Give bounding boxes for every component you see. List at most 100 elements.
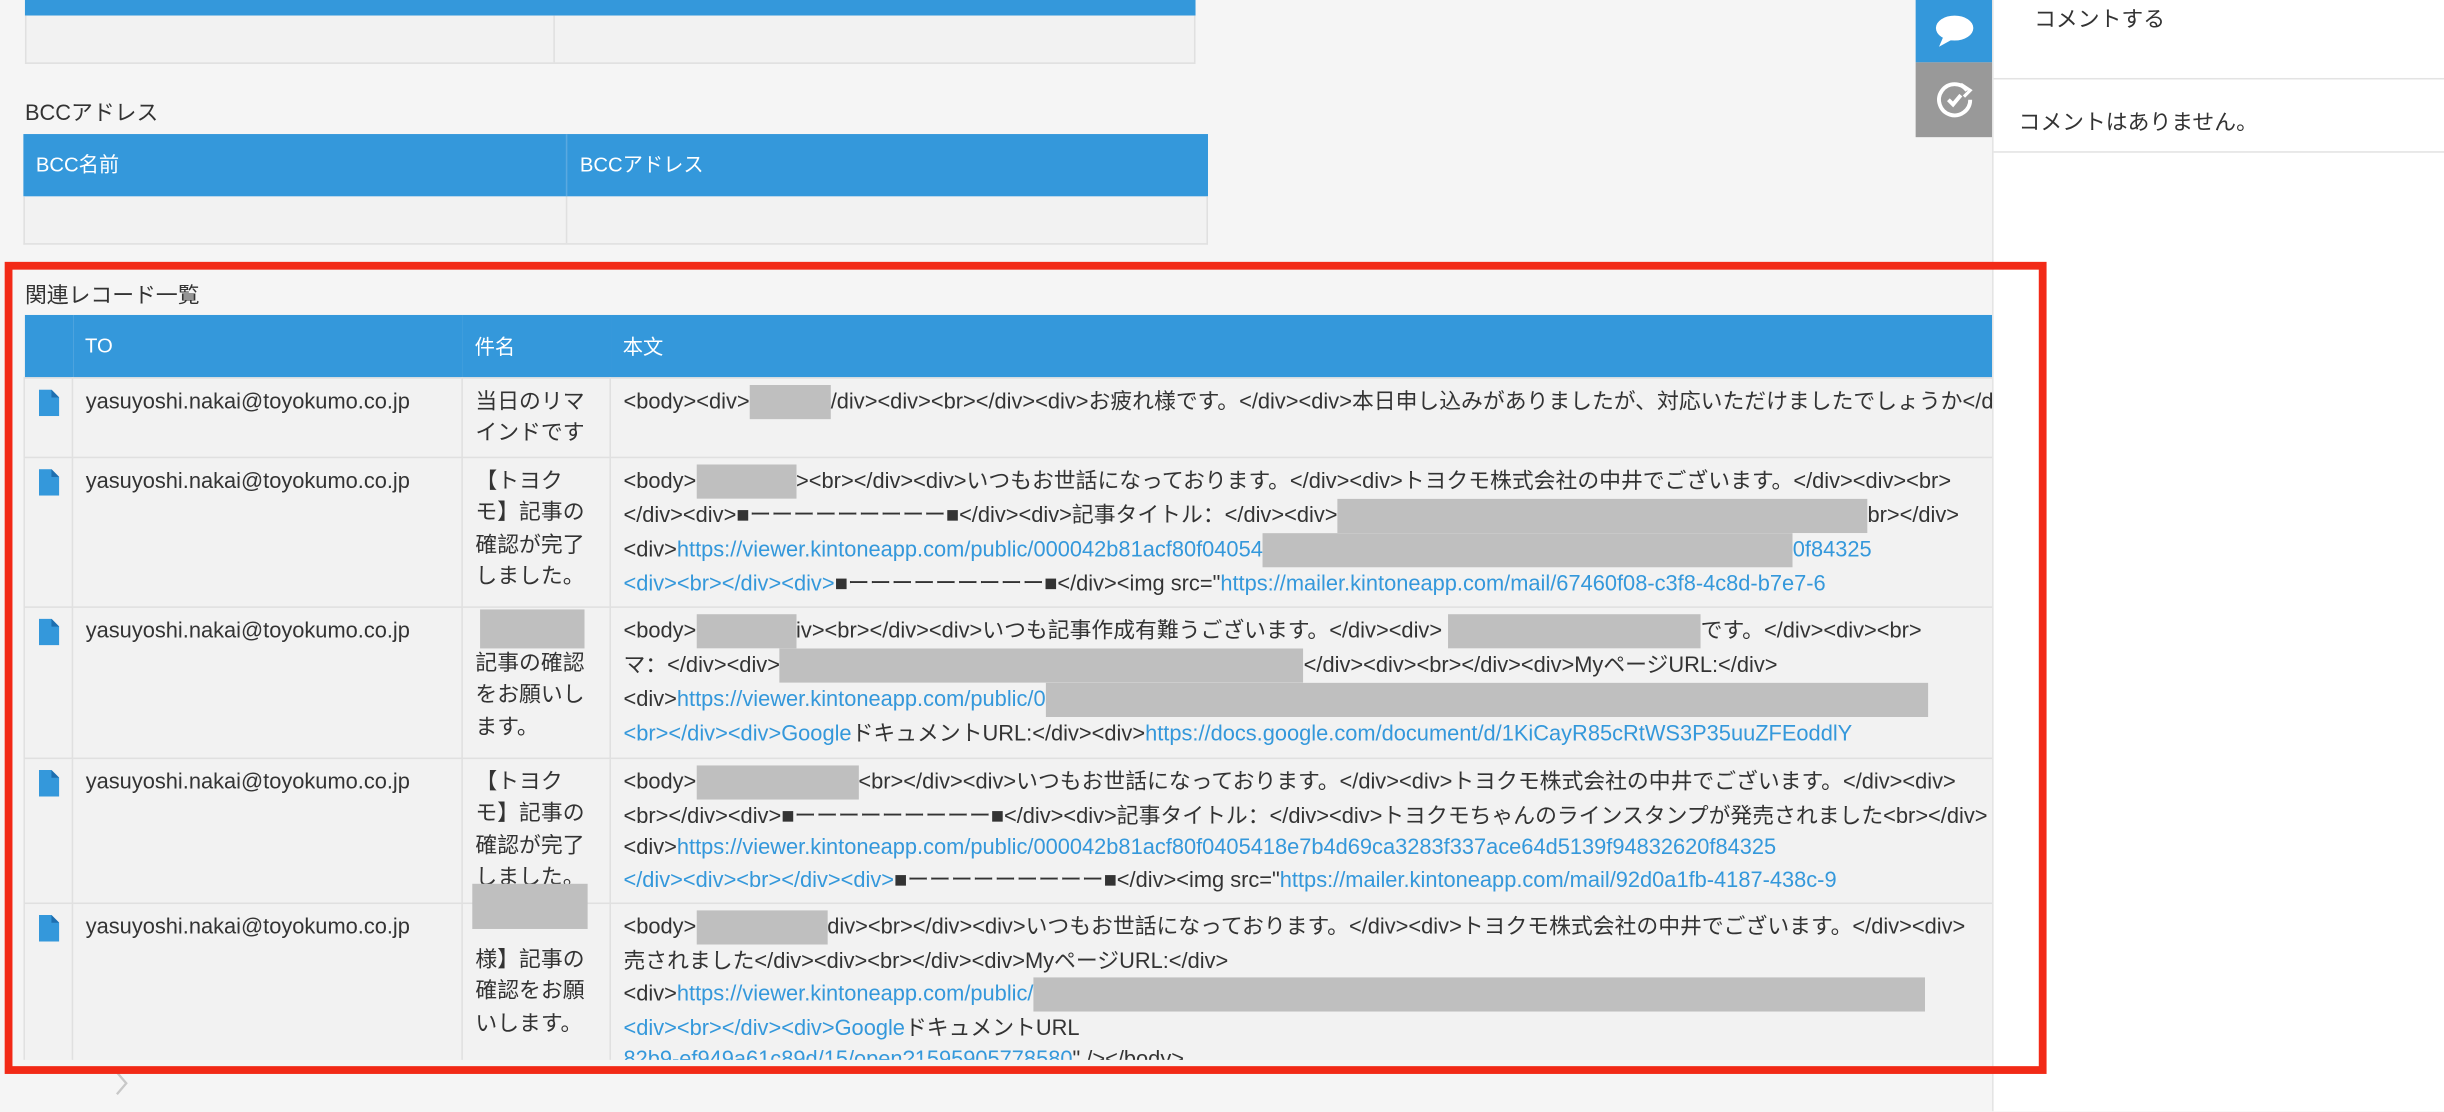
redacted-text [696, 463, 797, 499]
record-subject-line: モ】記事の [475, 498, 585, 524]
record-link-cell[interactable] [23, 455, 74, 608]
body-link[interactable]: </div><div><br></div><div> [623, 866, 894, 891]
record-link-cell[interactable] [23, 756, 74, 905]
bcc-col-name: BCC名前 [23, 134, 568, 197]
bcc-table: BCC名前 BCCアドレス [23, 134, 1208, 245]
redacted-text [779, 648, 1304, 683]
body-link[interactable]: https://mailer.kintoneapp.com/mail/92d0a… [1280, 866, 1837, 891]
redacted-text [696, 910, 828, 945]
record-body: <body><div> /div><div><br></div><div>お疲れ様… [609, 376, 1993, 458]
document-icon[interactable] [38, 468, 59, 495]
history-icon [1936, 82, 1972, 118]
redacted-text [1448, 614, 1701, 649]
comment-icon [1935, 15, 1973, 47]
document-icon[interactable] [38, 388, 59, 416]
related-record-row[interactable]: yasuyoshi.nakai@toyokumo.co.jp 様】記事の 確認をお願… [23, 902, 1993, 1060]
record-link-cell[interactable] [23, 376, 74, 458]
body-text-fragment: です。</div><div><br> [1700, 617, 1922, 643]
body-link[interactable]: https://viewer.kintoneapp.com/public/ [677, 980, 1034, 1005]
body-text-fragment: <br></div><div>いつもお世話になっております。</div><div… [858, 767, 1956, 793]
record-body-line: <div>https://viewer.kintoneapp.com/publi… [623, 682, 1992, 718]
record-subject: 【トヨク モ】記事の 確認が完了 しました。 [461, 455, 612, 608]
col-icon [24, 314, 73, 378]
record-body-line: </div><div>■ーーーーーーーーー■</div><div>記事タイトル：… [623, 498, 1992, 533]
body-link[interactable]: <div><br></div><div> [623, 570, 834, 595]
body-text-fragment: マ：</div><div> [623, 651, 780, 677]
body-text-fragment: ■ーーーーーーーーー■</div><img src=" [894, 865, 1280, 891]
body-text-fragment: </div><div><br></div><div>MyページURL:</div… [1303, 651, 1778, 677]
record-body: <body> <br></div><div>いつもお世話になっております。</di… [609, 756, 1993, 905]
body-link[interactable]: 0f84325 [1793, 535, 1872, 560]
body-text-fragment: ■ーーーーーーーーー■</div><img src=" [834, 569, 1221, 595]
record-subject-line: 確認をお願 [475, 977, 585, 1003]
record-body: <body> iv><br></div><div>いつも記事作成有難うございます。… [609, 606, 1993, 759]
related-record-row[interactable]: yasuyoshi.nakai@toyokumo.co.jp 【トヨク モ】記事の確… [23, 455, 1993, 608]
body-link[interactable]: https://viewer.kintoneapp.com/public/0 [677, 686, 1046, 711]
record-body-line: <div>https://viewer.kintoneapp.com/publi… [623, 831, 1992, 863]
record-body-line: <body><div> /div><div><br></div><div>お疲れ様… [623, 384, 1993, 419]
related-record-row[interactable]: yasuyoshi.nakai@toyokumo.co.jp 【トヨク モ】記事の確… [23, 756, 1993, 905]
body-text-fragment: <body> [623, 466, 697, 492]
post-comment-link[interactable]: コメントする [1993, 0, 2444, 80]
body-text-fragment: iv><br></div><div>いつも記事作成有難うございます。</div>… [796, 617, 1449, 643]
related-record-row[interactable]: yasuyoshi.nakai@toyokumo.co.jp 記事の確認 をお願いし… [23, 606, 1993, 759]
col-subject[interactable]: 件名 [462, 314, 611, 378]
related-records-table: TO 件名 本文 yasuyoshi.nakai@toyokumo.co.jp 当… [23, 314, 1993, 1060]
record-body-line: <div><br></div><div>■ーーーーーーーーー■</div><im… [623, 567, 1992, 599]
body-text-fragment: </div><div>■ーーーーーーーーー■</div><div>記事タイトル：… [623, 501, 1338, 527]
record-subject-line: 【トヨク [475, 767, 563, 793]
related-section-title: 関連レコード一覧 [24, 282, 200, 308]
body-link[interactable]: <br></div><div>Google [623, 720, 851, 745]
record-to: yasuyoshi.nakai@toyokumo.co.jp [71, 376, 463, 458]
body-text-fragment: /div><div><br></div><div>お疲れ様です。</div><d… [830, 387, 1993, 413]
record-subject-line: 確認が完了 [475, 831, 585, 857]
body-link[interactable]: https://viewer.kintoneapp.com/public/000… [677, 535, 1263, 560]
record-subject-line: 当日のリマ [475, 387, 585, 413]
record-body-line: <div>https://viewer.kintoneapp.com/publi… [623, 976, 1992, 1011]
body-text-fragment: <body> [623, 913, 697, 939]
body-text-fragment: ドキュメントURL [904, 1013, 1080, 1039]
record-link-cell[interactable] [23, 606, 74, 759]
record-subject-line: 様】記事の [475, 945, 585, 971]
chevron-right-icon[interactable] [112, 1069, 131, 1105]
related-table-header: TO 件名 本文 [24, 314, 1993, 378]
record-body-line: <body> <br></div><div>いつもお世話になっております。</di… [623, 764, 1992, 799]
record-body-line: 売されました</div><div><br></div><div>MyページURL… [623, 945, 1992, 977]
record-subject-line: 【トヨク [475, 466, 563, 492]
record-subject-line: しました。 [475, 562, 585, 588]
record-subject-line: ます。 [475, 713, 539, 739]
record-body-line: <body> div><br></div><div>いつもお世話になっております。… [623, 910, 1992, 945]
record-body-line: マ：</div><div> </div><div><br></div><div>M… [623, 648, 1992, 683]
record-body-line: </div><div><br></div><div>■ーーーーーーーーー■</d… [623, 863, 1992, 895]
record-body-line: <div><br></div><div>GoogleドキュメントURL [623, 1011, 1992, 1043]
document-icon[interactable] [38, 769, 59, 796]
body-link[interactable]: https://docs.google.com/document/d/1KiCa… [1145, 720, 1852, 745]
record-subject-line: いします。 [475, 1009, 583, 1035]
body-text-fragment: <body><div> [623, 387, 750, 413]
bcc-section-title: BCCアドレス [24, 99, 159, 125]
record-body-line: <div>https://viewer.kintoneapp.com/publi… [623, 532, 1992, 567]
history-tab-button[interactable] [1915, 62, 1993, 138]
body-link[interactable]: 82b9-ef949a61c89d/15/open?1595905778580 [623, 1046, 1072, 1060]
col-to[interactable]: TO [72, 314, 463, 378]
record-to: yasuyoshi.nakai@toyokumo.co.jp [71, 455, 463, 608]
record-body-line: <br></div><div>■ーーーーーーーーー■</div><div>記事タ… [623, 799, 1992, 831]
body-link[interactable]: <div><br></div><div>Google [623, 1014, 904, 1039]
prev-table-header [24, 0, 1196, 16]
body-link[interactable]: https://viewer.kintoneapp.com/public/000… [677, 834, 1776, 859]
document-icon[interactable] [38, 618, 59, 646]
col-body[interactable]: 本文 [610, 314, 1993, 378]
body-text-fragment: div><br></div><div>いつもお世話になっております。</div>… [827, 913, 1966, 939]
comment-tab-button[interactable] [1915, 0, 1993, 63]
record-link-cell[interactable] [23, 902, 74, 1060]
related-records-table-container[interactable]: TO 件名 本文 yasuyoshi.nakai@toyokumo.co.jp 当… [23, 314, 1993, 1060]
body-link[interactable]: https://mailer.kintoneapp.com/mail/67460… [1220, 570, 1825, 595]
body-text-fragment: <body> [623, 767, 697, 793]
redacted-subject [480, 609, 585, 649]
redacted-text [1033, 976, 1926, 1011]
record-body-line: <br></div><div>GoogleドキュメントURL:</div><di… [623, 717, 1992, 749]
redacted-text [749, 384, 831, 419]
document-icon[interactable] [38, 914, 59, 942]
redacted-subject [472, 883, 588, 929]
related-record-row[interactable]: yasuyoshi.nakai@toyokumo.co.jp 当日のリマ インドです… [23, 376, 1993, 458]
